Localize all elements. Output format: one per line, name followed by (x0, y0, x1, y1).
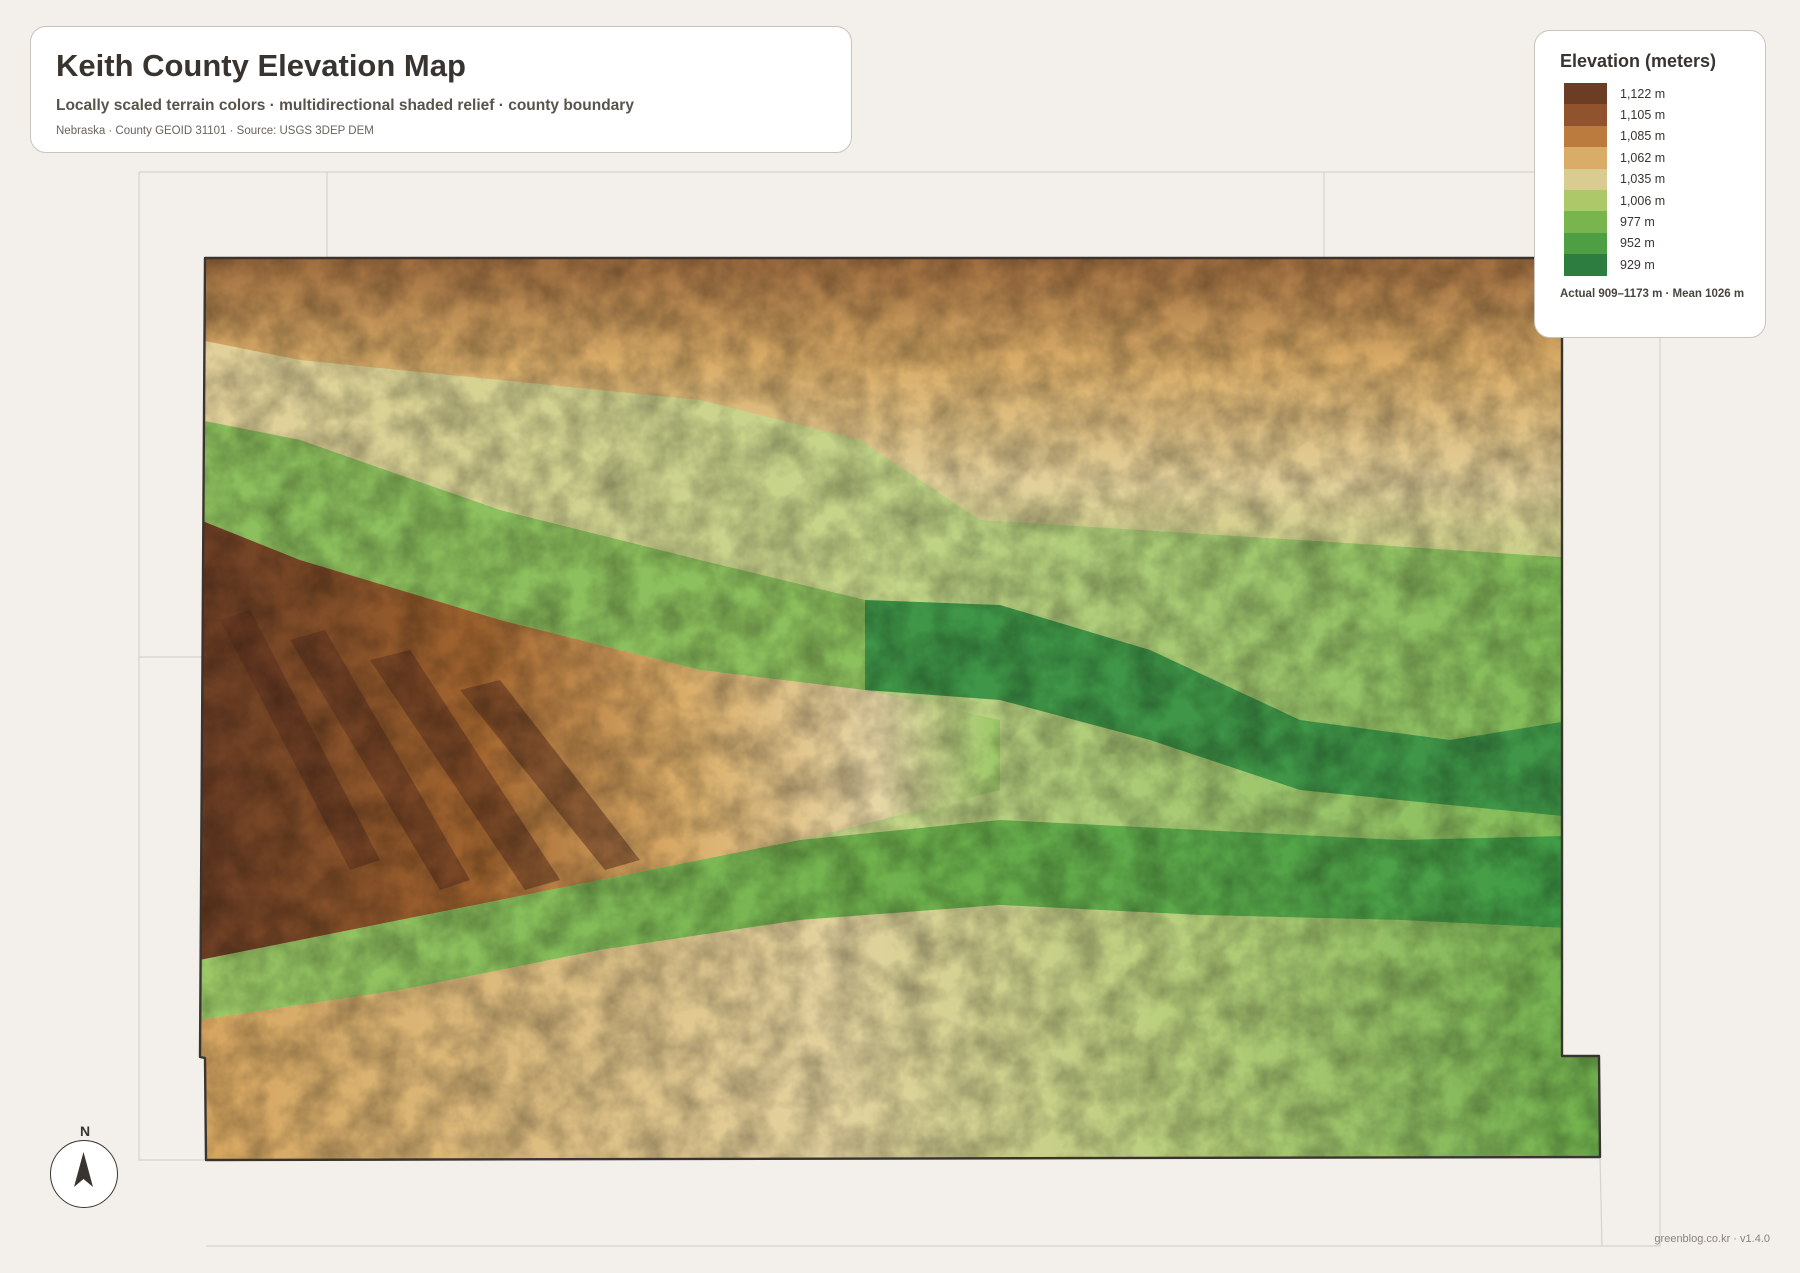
legend-title: Elevation (meters) (1560, 51, 1717, 71)
legend-stats: Actual 909–1173 m · Mean 1026 m (1560, 287, 1745, 300)
legend-swatch (1564, 125, 1607, 148)
legend-label: 1,105 m (1620, 108, 1666, 123)
legend-item: 1,122 m (1564, 83, 1765, 105)
legend-swatch (1564, 232, 1607, 255)
legend-swatch (1564, 254, 1607, 276)
map-title: Keith County Elevation Map (56, 48, 466, 83)
legend-swatch (1564, 211, 1607, 233)
legend-item: 1,105 m (1564, 104, 1765, 126)
title-panel: Keith County Elevation Map Locally scale… (30, 26, 852, 153)
legend-label: 929 m (1620, 257, 1655, 272)
compass-label: N (79, 1123, 91, 1139)
legend-label: 952 m (1620, 236, 1655, 251)
legend-item: 1,085 m (1564, 125, 1765, 148)
legend-item: 1,035 m (1564, 168, 1765, 190)
legend-item: 977 m (1564, 211, 1765, 233)
legend-item: 929 m (1564, 254, 1765, 276)
legend-scale: 1,122 m 1,105 m 1,085 m 1,062 m 1,035 m 1,006… (1564, 83, 1765, 276)
map-source-note: Nebraska · County GEOID 31101 · Source: … (56, 125, 374, 138)
legend-label: 1,035 m (1620, 172, 1666, 187)
terrain-layer (200, 258, 1600, 1160)
legend-swatch (1564, 104, 1607, 126)
legend-item: 1,006 m (1564, 189, 1765, 212)
map-subtitle: Locally scaled terrain colors · multidir… (56, 97, 634, 115)
legend-swatch (1564, 147, 1607, 169)
legend-label: 977 m (1620, 215, 1655, 230)
footer-credit: greenblog.co.kr · v1.4.0 (1654, 1233, 1770, 1245)
north-arrow-icon (74, 1152, 93, 1187)
legend-swatch (1564, 83, 1607, 105)
compass (50, 1140, 118, 1208)
legend-item: 952 m (1564, 232, 1765, 255)
legend-swatch (1564, 168, 1607, 190)
legend-label: 1,085 m (1620, 129, 1666, 144)
legend-label: 1,122 m (1620, 86, 1666, 101)
legend-swatch (1564, 189, 1607, 212)
legend-label: 1,062 m (1620, 150, 1666, 165)
legend-label: 1,006 m (1620, 193, 1666, 208)
elevation-legend: Elevation (meters) 1,122 m 1,105 m 1,085 m… (1534, 30, 1766, 338)
legend-item: 1,062 m (1564, 147, 1765, 169)
elevation-map (138, 171, 1661, 1247)
